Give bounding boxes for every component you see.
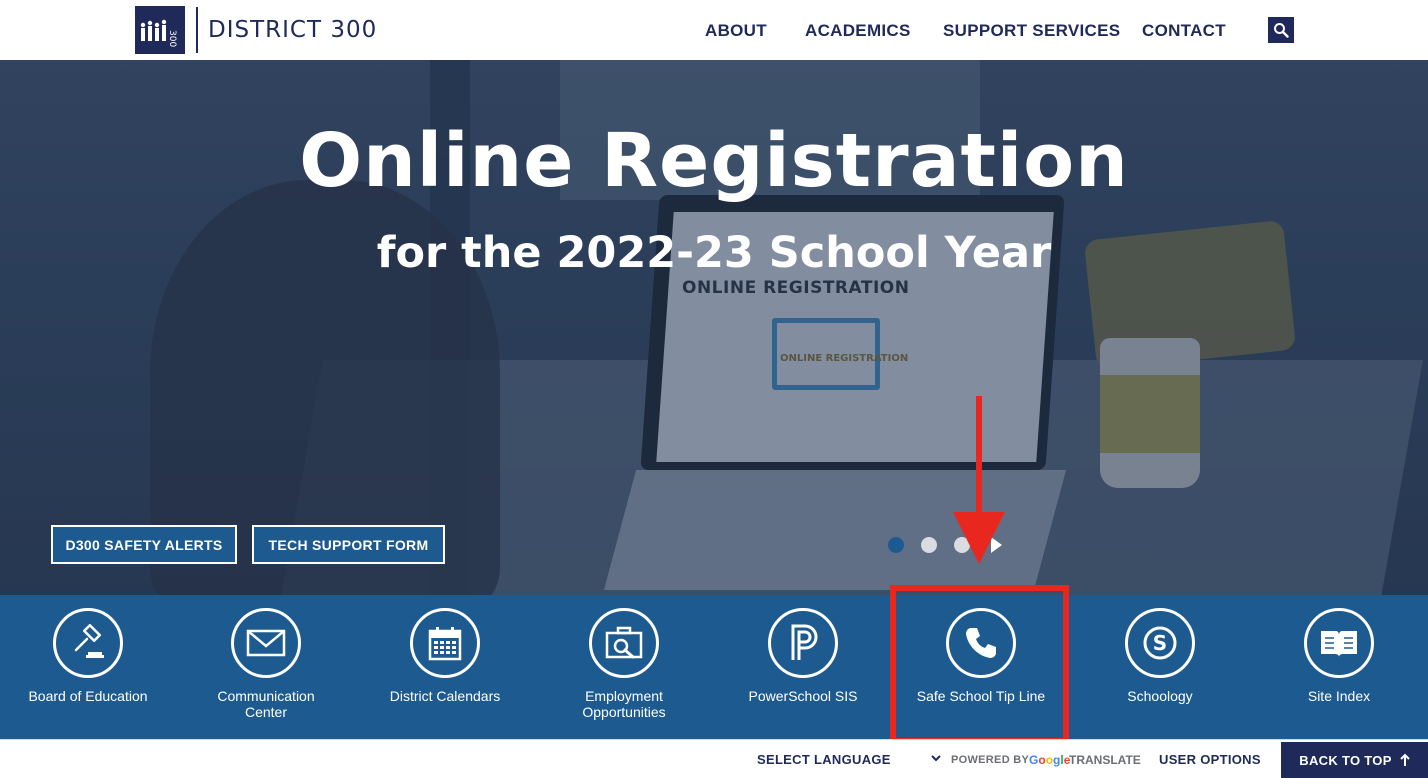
slide-dot-1-active[interactable] [888, 537, 904, 553]
book-icon [1321, 631, 1357, 657]
google-logo-text: Google [1029, 753, 1071, 767]
quick-link-label: District Calendars [389, 688, 501, 704]
annotation-arrow-shaft [976, 396, 982, 518]
hero-subtitle: for the 2022-23 School Year [376, 228, 1052, 278]
search-button[interactable] [1268, 17, 1294, 43]
quick-link-employment-opportunities[interactable]: Employment Opportunities [535, 608, 713, 720]
quick-links-bar: Board of Education Communication Center [0, 595, 1428, 739]
site-header: 300 DISTRICT 300 ABOUT ACADEMICS SUPPORT… [0, 0, 1428, 60]
chevron-down-icon[interactable] [930, 752, 942, 764]
quick-link-schoology[interactable]: S Schoology [1071, 608, 1249, 704]
tech-support-form-button[interactable]: TECH SUPPORT FORM [252, 525, 445, 564]
select-language-dropdown[interactable]: SELECT LANGUAGE [757, 752, 891, 767]
calendar-icon [428, 627, 462, 661]
quick-link-circle [1304, 608, 1374, 678]
quick-link-circle [768, 608, 838, 678]
gavel-icon [74, 623, 104, 658]
annotation-highlight-box [890, 585, 1069, 744]
search-icon [1274, 23, 1289, 38]
safety-alerts-button[interactable]: D300 SAFETY ALERTS [51, 525, 237, 564]
back-to-top-label: BACK TO TOP [1299, 752, 1392, 768]
quick-link-circle: S [1125, 608, 1195, 678]
schoology-icon: S [1143, 626, 1177, 660]
quick-link-label: PowerSchool SIS [748, 688, 858, 704]
svg-text:S: S [1153, 631, 1167, 655]
back-to-top-button[interactable]: BACK TO TOP [1281, 742, 1428, 778]
powered-by-label: POWERED BY [951, 754, 1030, 766]
quick-link-communication-center[interactable]: Communication Center [177, 608, 355, 720]
utility-footer-bar: SELECT LANGUAGE POWERED BY Google TRANSL… [0, 739, 1428, 778]
quick-link-site-index[interactable]: Site Index [1250, 608, 1428, 704]
nav-academics[interactable]: ACADEMICS [805, 21, 911, 41]
quick-link-label: Employment Opportunities [582, 688, 666, 720]
briefcase-icon [605, 626, 643, 659]
quick-link-circle [53, 608, 123, 678]
district-logo[interactable]: 300 DISTRICT 300 [135, 6, 377, 54]
annotation-arrow-head [953, 512, 1005, 564]
quick-link-powerschool-sis[interactable]: PowerSchool SIS [714, 608, 892, 704]
quick-link-circle [231, 608, 301, 678]
user-options-button[interactable]: USER OPTIONS [1159, 752, 1261, 767]
svg-text:300: 300 [167, 30, 177, 47]
quick-link-circle [410, 608, 480, 678]
powerschool-icon [791, 624, 818, 660]
nav-support-services[interactable]: SUPPORT SERVICES [943, 21, 1120, 41]
nav-about[interactable]: ABOUT [705, 21, 767, 41]
quick-link-label: Communication Center [217, 688, 315, 720]
quick-link-label: Site Index [1307, 688, 1371, 704]
logo-text: DISTRICT 300 [208, 17, 378, 43]
hero-slider: ONLINE REGISTRATION ONLINE REGISTRATION … [0, 60, 1428, 595]
envelope-icon [246, 629, 286, 657]
arrow-up-icon [1399, 753, 1410, 766]
translate-label: TRANSLATE [1069, 753, 1141, 767]
quick-link-label: Board of Education [28, 688, 148, 704]
logo-divider [196, 7, 198, 53]
nav-contact[interactable]: CONTACT [1142, 21, 1226, 41]
quick-link-circle [589, 608, 659, 678]
logo-mark-icon: 300 [135, 6, 185, 54]
quick-link-district-calendars[interactable]: District Calendars [356, 608, 534, 704]
hero-title: Online Registration [299, 118, 1129, 204]
quick-link-board-of-education[interactable]: Board of Education [0, 608, 177, 704]
quick-link-label: Schoology [1127, 688, 1193, 704]
slide-dot-2[interactable] [921, 537, 937, 553]
